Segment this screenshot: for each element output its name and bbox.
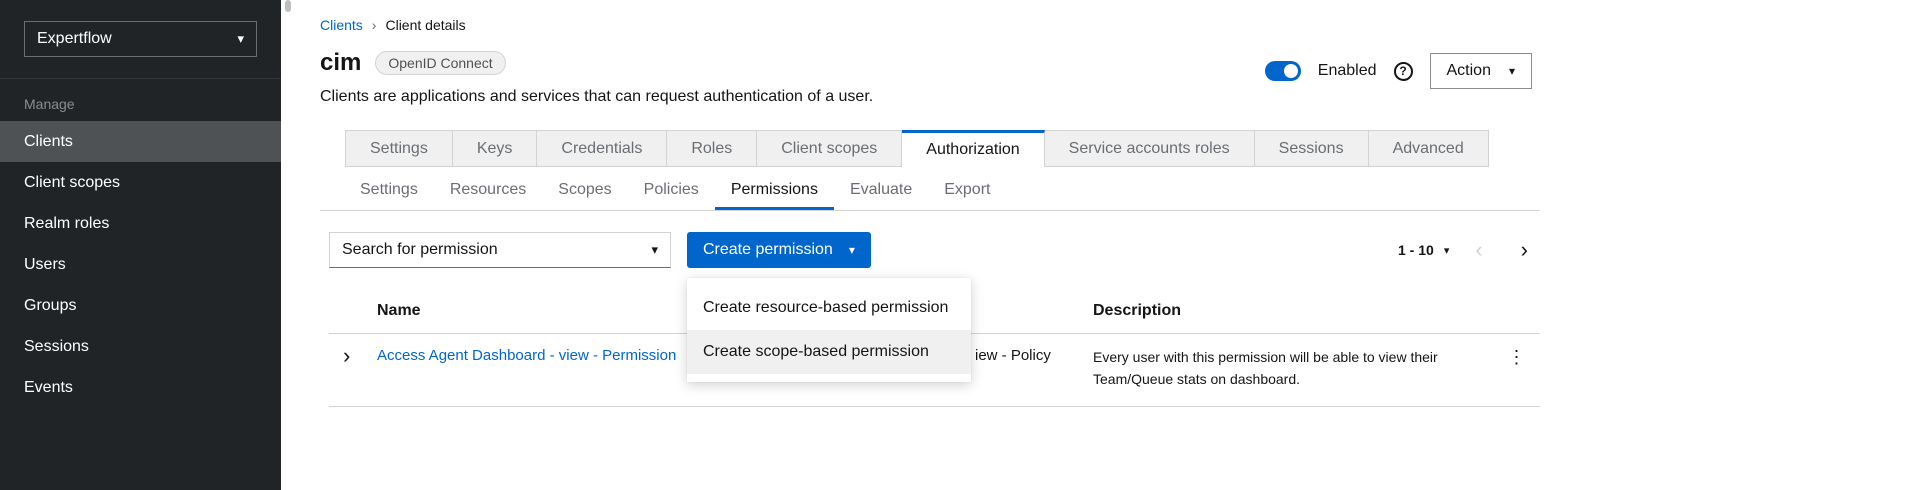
chevron-down-icon: ▾ [1509, 64, 1515, 78]
page-header-left: cim OpenID Connect Clients are applicati… [320, 49, 873, 106]
pagination-range-dropdown[interactable]: 1 - 10 ▾ [1398, 242, 1449, 258]
menu-item-create-scope-based[interactable]: Create scope-based permission [687, 330, 971, 374]
authorization-subtabs: Settings Resources Scopes Policies Permi… [320, 172, 1540, 211]
page-title: cim [320, 49, 361, 77]
protocol-badge: OpenID Connect [375, 51, 505, 75]
chevron-down-icon: ▾ [237, 31, 244, 47]
page-header: cim OpenID Connect Clients are applicati… [320, 49, 1540, 106]
chevron-down-icon: ▾ [849, 243, 855, 257]
pagination-next-icon[interactable]: › [1509, 239, 1540, 261]
row-kebab-icon[interactable]: ⋮ [1508, 347, 1527, 367]
subtab-scopes[interactable]: Scopes [542, 172, 627, 210]
chevron-down-icon: ▾ [651, 242, 658, 258]
breadcrumb: Clients › Client details [320, 0, 1540, 33]
page-header-right: Enabled ? Action ▾ [1265, 53, 1532, 89]
action-dropdown-button[interactable]: Action ▾ [1430, 53, 1533, 89]
permission-description-cell: Every user with this permission will be … [1093, 349, 1438, 387]
tab-authorization[interactable]: Authorization [902, 130, 1044, 167]
subtab-export[interactable]: Export [928, 172, 1006, 210]
subtab-evaluate[interactable]: Evaluate [834, 172, 928, 210]
create-permission-menu: Create resource-based permission Create … [687, 278, 971, 382]
breadcrumb-clients-link[interactable]: Clients [320, 17, 363, 33]
sidebar-item-users[interactable]: Users [0, 244, 281, 285]
create-permission-button[interactable]: Create permission ▾ [687, 232, 871, 268]
subtab-resources[interactable]: Resources [434, 172, 542, 210]
tab-credentials[interactable]: Credentials [537, 130, 667, 167]
enabled-toggle[interactable] [1265, 61, 1301, 81]
sidebar-item-groups[interactable]: Groups [0, 285, 281, 326]
main-content: Clients › Client details cim OpenID Conn… [281, 0, 1919, 490]
associated-policy-cell: iew - Policy [975, 347, 1051, 364]
description-header: Description [1093, 302, 1493, 320]
pagination-prev-icon[interactable]: ‹ [1463, 239, 1494, 261]
sidebar-item-sessions[interactable]: Sessions [0, 326, 281, 367]
sidebar-item-clients[interactable]: Clients [0, 121, 281, 162]
sidebar-item-events[interactable]: Events [0, 367, 281, 408]
chevron-down-icon: ▾ [1444, 244, 1450, 257]
permission-name-link[interactable]: Access Agent Dashboard - view - Permissi… [377, 347, 676, 364]
breadcrumb-current: Client details [385, 17, 465, 33]
help-icon[interactable]: ? [1394, 62, 1413, 81]
enabled-label: Enabled [1318, 62, 1377, 80]
sidebar-item-client-scopes[interactable]: Client scopes [0, 162, 281, 203]
tab-settings[interactable]: Settings [345, 130, 453, 167]
realm-name: Expertflow [37, 30, 112, 48]
toggle-knob [1284, 64, 1298, 78]
primary-tabs: Settings Keys Credentials Roles Client s… [345, 130, 1540, 167]
subtab-permissions[interactable]: Permissions [715, 172, 834, 210]
create-permission-label: Create permission [703, 241, 833, 259]
row-expand-icon[interactable]: › [343, 343, 350, 368]
pagination-range: 1 - 10 [1398, 242, 1434, 258]
tab-roles[interactable]: Roles [667, 130, 757, 167]
tab-service-accounts-roles[interactable]: Service accounts roles [1045, 130, 1255, 167]
menu-item-create-resource-based[interactable]: Create resource-based permission [687, 286, 971, 330]
tab-client-scopes[interactable]: Client scopes [757, 130, 902, 167]
permissions-toolbar: Search for permission ▾ Create permissio… [329, 232, 1540, 268]
nav-section-label: Manage [0, 79, 281, 121]
breadcrumb-separator-icon: › [372, 17, 377, 33]
sidebar: Expertflow ▾ Manage Clients Client scope… [0, 0, 281, 490]
realm-selector[interactable]: Expertflow ▾ [24, 21, 257, 57]
page-description: Clients are applications and services th… [320, 88, 873, 106]
search-permission-select[interactable]: Search for permission ▾ [329, 232, 671, 268]
action-label: Action [1447, 62, 1491, 80]
sidebar-nav: Clients Client scopes Realm roles Users … [0, 121, 281, 408]
tab-advanced[interactable]: Advanced [1369, 130, 1489, 167]
sidebar-item-realm-roles[interactable]: Realm roles [0, 203, 281, 244]
pagination: 1 - 10 ▾ ‹ › [1398, 239, 1540, 261]
tab-sessions[interactable]: Sessions [1255, 130, 1369, 167]
subtab-settings[interactable]: Settings [344, 172, 434, 210]
tab-keys[interactable]: Keys [453, 130, 538, 167]
search-permission-label: Search for permission [342, 241, 498, 259]
subtab-policies[interactable]: Policies [628, 172, 715, 210]
